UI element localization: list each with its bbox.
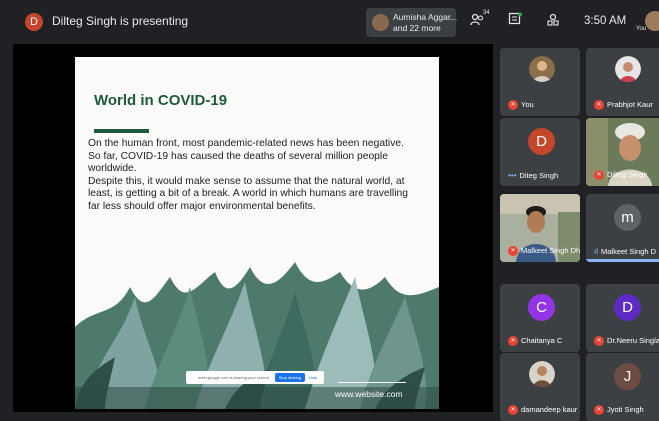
participant-tile[interactable]: J ✕ Jyoti Singh: [586, 353, 659, 421]
avatar: [615, 56, 641, 82]
participant-name: ✕ Chaitanya C: [508, 336, 562, 346]
avatar: m: [614, 204, 641, 231]
chat-icon[interactable]: [508, 12, 522, 27]
more-options-icon[interactable]: •••: [508, 171, 516, 180]
mic-off-icon: ✕: [594, 170, 604, 180]
participant-name: ✕ Dilteg Singh: [594, 170, 647, 180]
activities-icon[interactable]: [546, 13, 560, 27]
participant-tile-video[interactable]: ✕Malkeet Singh Dhi...: [500, 194, 580, 262]
participant-more: and 22 more: [393, 23, 441, 33]
self-avatar[interactable]: [645, 11, 659, 31]
avatar: D: [614, 294, 641, 321]
participant-name: ••• Diteg Singh: [508, 171, 559, 180]
participant-tile-video[interactable]: ✕ Dilteg Singh: [586, 118, 659, 186]
participant-tile[interactable]: ✕ Prabhjot Kaur: [586, 48, 659, 116]
stop-sharing-button[interactable]: Stop sharing: [275, 373, 305, 382]
hide-banner-button[interactable]: Hide: [309, 375, 317, 380]
presenter-avatar: D: [25, 13, 43, 31]
website-underline: [338, 382, 406, 383]
participant-name: ıl Malkeet Singh D: [594, 247, 657, 256]
participant-name: ✕ damandeep kaur: [508, 405, 577, 415]
participant-name: ✕ Prabhjot Kaur: [594, 100, 653, 110]
mic-off-icon: ✕: [508, 405, 518, 415]
succulent-plants-image: [75, 257, 439, 409]
slide-paragraph: On the human front, most pandemic-relate…: [88, 138, 404, 149]
participant-tile[interactable]: ✕ damandeep kaur: [500, 353, 580, 421]
speaking-indicator-icon: ıl: [594, 247, 598, 256]
speaking-bar: [586, 259, 659, 262]
people-icon[interactable]: [470, 13, 484, 27]
participant-tile[interactable]: C ✕ Chaitanya C: [500, 284, 580, 352]
mic-off-icon: ✕: [594, 336, 604, 346]
participant-name: ✕ Jyoti Singh: [594, 405, 644, 415]
avatar: [372, 14, 389, 31]
participant-tile[interactable]: m ıl Malkeet Singh D: [586, 194, 659, 262]
mic-off-icon: ✕: [594, 405, 604, 415]
slide-website: www.website.com: [335, 389, 403, 399]
participant-name: ✕ Dr.Neeru Singla: [594, 336, 659, 346]
slide-paragraph: Despite this, it would make sense to ass…: [88, 175, 408, 212]
participants-pill[interactable]: Aumisha Aggar... and 22 more: [366, 8, 458, 37]
mic-off-icon: ✕: [508, 100, 518, 110]
presenter-status: Dilteg Singh is presenting: [52, 14, 189, 28]
avatar: J: [614, 363, 641, 390]
mic-off-icon: ✕: [508, 336, 518, 346]
slide-paragraph: So far, COVID-19 has caused the deaths o…: [88, 150, 388, 175]
mic-off-icon: ✕: [594, 100, 604, 110]
top-bar: D Dilteg Singh is presenting Aumisha Agg…: [0, 0, 659, 44]
title-underline: [94, 129, 149, 133]
participant-tile[interactable]: ✕ You: [500, 48, 580, 116]
people-count: 34: [483, 10, 490, 16]
participant-name: ✕ You: [508, 100, 534, 110]
participant-name: Aumisha Aggar...: [393, 12, 458, 22]
avatar: [529, 361, 555, 387]
slide-title: World in COVID-19: [94, 92, 228, 109]
participant-tile[interactable]: D ✕ Dr.Neeru Singla: [586, 284, 659, 352]
self-label: You: [636, 26, 647, 32]
avatar: D: [528, 128, 555, 155]
clock: 3:50 AM: [584, 15, 627, 27]
presentation-slide: World in COVID-19 On the human front, mo…: [75, 57, 439, 409]
share-banner-text: meet.google.com is sharing your screen.: [198, 375, 271, 380]
participant-name: ✕Malkeet Singh Dhi...: [508, 246, 580, 256]
participant-tile[interactable]: D ••• Diteg Singh: [500, 118, 580, 186]
avatar: C: [528, 294, 555, 321]
avatar: [529, 56, 555, 82]
screen-share-banner: meet.google.com is sharing your screen. …: [186, 371, 324, 384]
slide-body: On the human front, most pandemic-relate…: [88, 138, 418, 214]
mic-off-icon: ✕: [508, 246, 518, 256]
